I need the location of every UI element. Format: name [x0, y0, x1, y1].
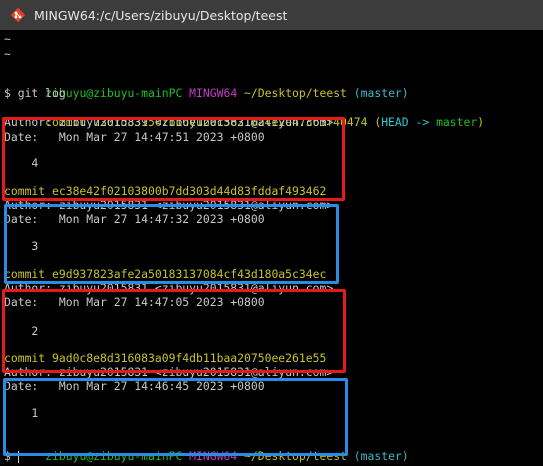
prompt-branch: (master) [353, 449, 409, 463]
terminal-window: MINGW64:/c/Users/zibuyu/Desktop/teest ~ … [0, 0, 543, 466]
prompt-path: ~/Desktop/teest [244, 86, 347, 100]
annotation-box-blue [4, 204, 339, 284]
annotation-box-red [2, 117, 345, 201]
prompt-branch: (master) [353, 86, 409, 100]
title-bar[interactable]: MINGW64:/c/Users/zibuyu/Desktop/teest [0, 0, 543, 30]
prompt-line: zibuyu@zibuyu-mainPC MINGW64 ~/Desktop/t… [4, 71, 409, 100]
command-line: $ git log [4, 86, 66, 100]
annotation-box-blue [3, 378, 348, 456]
ref-head: HEAD -> [381, 115, 437, 129]
window-title: MINGW64:/c/Users/zibuyu/Desktop/teest [34, 7, 288, 23]
tilde-line: ~ [4, 47, 11, 61]
annotation-box-red [2, 289, 346, 373]
tilde-line: ~ [4, 32, 11, 46]
commit-hash-line: commit 73dfd33950fb16e1bac3621624e2e4736… [4, 100, 484, 129]
terminal-content[interactable]: ~ ~ zibuyu@zibuyu-mainPC MINGW64 ~/Deskt… [0, 30, 543, 466]
prompt-env: MINGW64 [189, 86, 238, 100]
ref-close: ) [477, 115, 485, 129]
git-bash-icon [10, 7, 26, 23]
ref-branch: master [436, 115, 478, 129]
